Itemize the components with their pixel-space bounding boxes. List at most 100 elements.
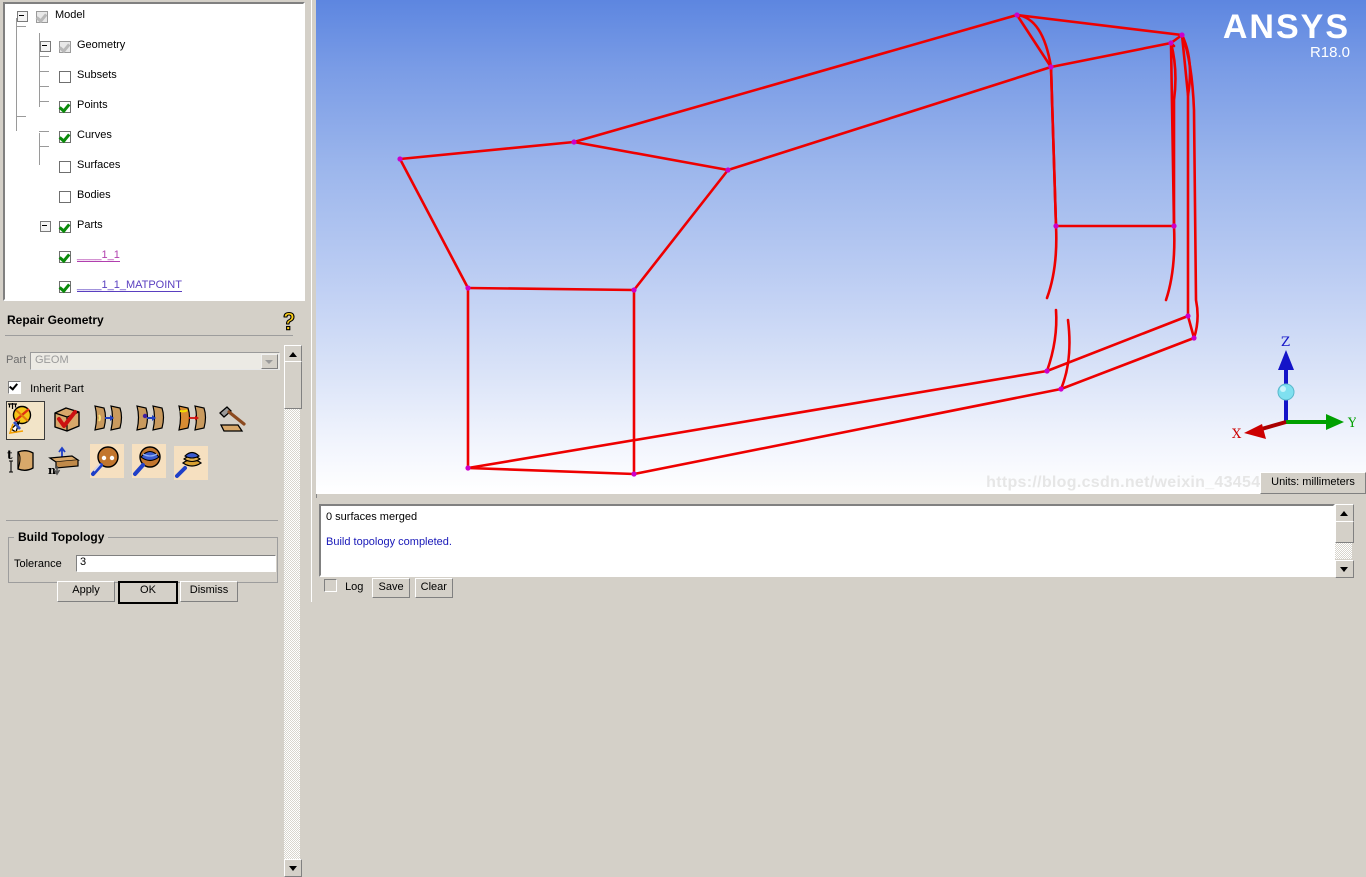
log-checkbox-label: Log	[345, 581, 364, 593]
question-mark-icon[interactable]	[279, 311, 299, 333]
watermark-text: https://blog.csdn.net/weixin_43454384	[986, 474, 1288, 491]
expander-icon[interactable]	[40, 41, 51, 52]
ansys-logo: ANSYS R18.0	[1223, 10, 1350, 61]
tree-item-subsets[interactable]: Subsets	[11, 68, 303, 83]
tree-item-part-1[interactable]: ____1_1	[11, 248, 303, 263]
tree-item-bodies[interactable]: Bodies	[11, 188, 303, 203]
panel-title: Repair Geometry	[7, 313, 104, 327]
save-button[interactable]: Save	[372, 578, 410, 598]
message-log-controls: Log Save Clear	[324, 578, 455, 598]
set-thickness-icon[interactable]: t	[6, 444, 43, 481]
merge-edges-icon[interactable]	[134, 401, 171, 438]
clear-button[interactable]: Clear	[414, 578, 453, 598]
left-panel: Model Geometry Subsets Points Curves Sur…	[0, 0, 310, 877]
ansys-logo-text: ANSYS	[1222, 8, 1350, 46]
scrollbar-thumb[interactable]	[1335, 521, 1354, 543]
tolerance-input[interactable]: 3	[76, 555, 276, 572]
checkbox-icon[interactable]	[59, 131, 71, 143]
adjust-normals-icon[interactable]: n	[48, 444, 85, 481]
tree-item-label: Geometry	[77, 39, 126, 51]
panel-divider	[5, 335, 293, 336]
repair-part-icon[interactable]	[50, 401, 87, 438]
scrollbar-track[interactable]	[284, 361, 300, 859]
model-tree: Model Geometry Subsets Points Curves Sur…	[5, 4, 303, 293]
scroll-up-button[interactable]	[1335, 504, 1354, 522]
svg-text:Z: Z	[1281, 335, 1290, 350]
checkbox-icon[interactable]	[36, 11, 48, 23]
part-name-label: ____1_1	[77, 249, 120, 262]
show-surface-loops-icon[interactable]	[174, 446, 211, 483]
log-line: 0 surfaces merged	[326, 511, 418, 523]
part-name-label: ____1_1_MATPOINT	[77, 279, 182, 292]
tree-item-surfaces[interactable]: Surfaces	[11, 158, 303, 173]
coordinate-triad[interactable]: Z Y X	[1226, 334, 1357, 449]
chevron-down-icon[interactable]	[261, 354, 278, 369]
tree-item-label: Surfaces	[77, 159, 121, 171]
log-line: Build topology completed.	[326, 536, 452, 548]
tree-connector	[16, 26, 26, 27]
build-diagnostic-topology-icon[interactable]	[6, 401, 45, 440]
wireframe-geometry	[397, 12, 1199, 477]
scroll-down-button[interactable]	[284, 859, 302, 877]
split-edge-icon[interactable]	[176, 401, 213, 438]
checkbox-icon[interactable]	[59, 191, 71, 203]
message-log-panel: 0 surfaces merged Build topology complet…	[316, 498, 1366, 602]
scrollbar-thumb[interactable]	[284, 361, 302, 409]
ok-button[interactable]: OK	[118, 581, 178, 604]
tree-item-label: Curves	[77, 129, 112, 141]
build-surface-edges-icon[interactable]	[218, 401, 255, 438]
panel-divider	[6, 520, 278, 521]
dialog-button-row: Apply OK Dismiss	[0, 581, 300, 604]
tolerance-label: Tolerance	[14, 558, 62, 570]
part-select-value: GEOM	[35, 354, 69, 366]
tolerance-value: 3	[80, 556, 87, 568]
tree-connector	[39, 56, 49, 57]
tree-item-parts[interactable]: Parts	[11, 218, 303, 233]
units-indicator: Units: millimeters	[1260, 472, 1366, 494]
checkbox-icon[interactable]	[59, 41, 71, 53]
dismiss-button[interactable]: Dismiss	[180, 581, 238, 602]
close-holes-icon[interactable]	[92, 401, 129, 438]
model-tree-panel[interactable]: Model Geometry Subsets Points Curves Sur…	[3, 2, 305, 301]
graphics-viewport[interactable]: ANSYS R18.0 Z Y X https://blog.csdn.net/…	[316, 0, 1366, 494]
svg-text:t: t	[7, 448, 13, 462]
tree-connector	[39, 146, 49, 147]
tree-item-label: Bodies	[77, 189, 111, 201]
tree-item-curves[interactable]: Curves	[11, 128, 303, 143]
message-log-scrollbar[interactable]	[1335, 504, 1354, 578]
apply-button[interactable]: Apply	[57, 581, 115, 602]
inherit-part-row[interactable]: Inherit Part	[8, 381, 84, 395]
scroll-down-button[interactable]	[1335, 560, 1354, 578]
icem-cfd-window: Model Geometry Subsets Points Curves Sur…	[0, 0, 1366, 877]
geometry-points	[397, 12, 1197, 477]
log-checkbox[interactable]	[324, 579, 337, 592]
svg-text:Y: Y	[1347, 416, 1356, 431]
tree-item-model[interactable]: Model	[11, 8, 303, 23]
inherit-part-label: Inherit Part	[30, 383, 84, 395]
message-log-box[interactable]: 0 surfaces merged Build topology complet…	[319, 504, 1335, 577]
expander-icon[interactable]	[17, 11, 28, 22]
tree-item-label: Model	[55, 9, 85, 21]
checkbox-icon[interactable]	[59, 71, 71, 83]
checkbox-icon[interactable]	[59, 221, 71, 233]
checkbox-icon[interactable]	[59, 161, 71, 173]
tree-item-points[interactable]: Points	[11, 98, 303, 113]
tree-item-part-2[interactable]: ____1_1_MATPOINT	[11, 278, 303, 293]
tree-item-geometry[interactable]: Geometry	[11, 38, 303, 53]
checkbox-icon[interactable]	[59, 101, 71, 113]
part-select[interactable]: GEOM	[30, 352, 280, 370]
find-duplicate-surfaces-icon[interactable]	[132, 444, 169, 481]
part-label: Part	[6, 354, 27, 366]
expander-icon[interactable]	[40, 221, 51, 232]
repair-tool-grid: t n	[6, 401, 276, 487]
checkbox-icon[interactable]	[59, 251, 71, 263]
checkbox-icon[interactable]	[59, 281, 71, 293]
tree-item-label: Subsets	[77, 69, 117, 81]
repair-panel-scrollbar[interactable]	[284, 345, 302, 877]
tree-item-label: Parts	[77, 219, 103, 231]
tree-connector	[16, 116, 26, 117]
ansys-release-text: R18.0	[1309, 44, 1350, 61]
find-single-edges-icon[interactable]	[90, 444, 127, 481]
inherit-part-checkbox[interactable]	[8, 381, 21, 394]
build-topology-legend: Build Topology	[14, 530, 109, 544]
